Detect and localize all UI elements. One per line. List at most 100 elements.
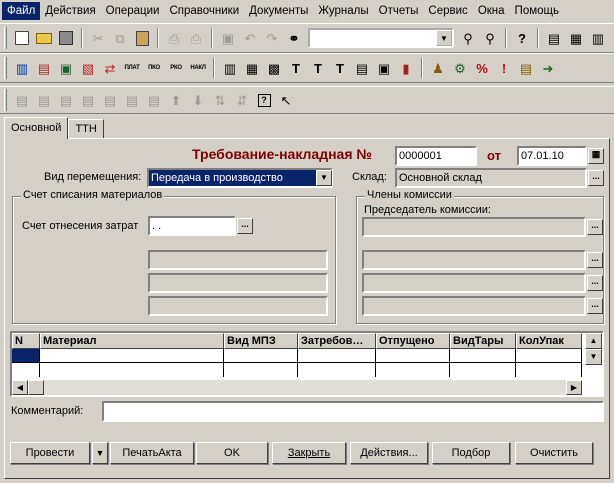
warehouse-field[interactable]: Основной склад [395, 168, 587, 188]
calculator-icon[interactable]: ▤ [544, 28, 564, 48]
member-3-select-button[interactable]: ... [587, 298, 603, 314]
filter-icon[interactable]: ▤ [122, 90, 142, 110]
cash-receipt-icon[interactable]: ПКО [144, 58, 164, 78]
undo-icon[interactable]: ↶ [240, 28, 260, 48]
table-cell[interactable] [224, 349, 298, 363]
books-icon[interactable]: ▤ [34, 58, 54, 78]
movement-type-select[interactable]: Передача в производство [147, 168, 333, 188]
menu-operations[interactable]: Операции [101, 2, 165, 20]
document-number-field[interactable]: 0000001 [395, 146, 477, 166]
menu-references[interactable]: Справочники [164, 2, 244, 20]
properties-icon[interactable]: ▣ [218, 28, 238, 48]
new-document-icon[interactable] [12, 28, 32, 48]
tab-main[interactable]: Основной [4, 117, 69, 139]
payment-order-icon[interactable]: ПЛАТ [122, 58, 142, 78]
move-up-icon[interactable]: ⬆ [166, 90, 186, 110]
toolbar-grip[interactable] [4, 57, 7, 79]
table-vertical-scrollbar[interactable]: ▲ ▼ [584, 333, 602, 365]
column-header-n[interactable]: N [12, 333, 40, 349]
clipboard-icon[interactable]: ▥ [588, 28, 608, 48]
paste-icon[interactable] [132, 28, 152, 48]
warehouse-select-button[interactable]: ... [588, 170, 604, 186]
copy-row-icon[interactable]: ▤ [56, 90, 76, 110]
edit-row-icon[interactable]: ▤ [78, 90, 98, 110]
menu-journals[interactable]: Журналы [313, 2, 373, 20]
menu-help[interactable]: Помощь [510, 2, 564, 20]
cost-account-field[interactable]: . . [148, 216, 236, 236]
table-cell[interactable] [224, 363, 298, 377]
member-field-1[interactable] [362, 250, 586, 270]
table-cell[interactable] [450, 363, 516, 377]
table-cell[interactable] [376, 349, 450, 363]
chevron-up-icon[interactable]: ▲ [585, 333, 602, 349]
document-red-icon[interactable]: ▧ [78, 58, 98, 78]
ledger-t2-icon[interactable]: T [308, 58, 328, 78]
redo-icon[interactable]: ↷ [262, 28, 282, 48]
table-cell[interactable] [12, 363, 40, 377]
checker-icon[interactable]: ▩ [264, 58, 284, 78]
column-header-requested[interactable]: Затребов… [298, 333, 376, 349]
scroll-thumb[interactable] [28, 380, 44, 395]
percent-icon[interactable]: % [472, 58, 492, 78]
cut-icon[interactable]: ✂ [88, 28, 108, 48]
menu-documents[interactable]: Документы [244, 2, 313, 20]
pointer-help-icon[interactable]: ↖ [276, 90, 296, 110]
sort-desc-icon[interactable]: ⇵ [232, 90, 252, 110]
close-button[interactable]: Закрыть [272, 442, 346, 464]
column-header-container-type[interactable]: ВидТары [450, 333, 516, 349]
chevron-down-icon[interactable]: ▼ [316, 170, 332, 186]
subconto-field-1[interactable] [148, 250, 328, 270]
table-cell[interactable] [298, 349, 376, 363]
cost-account-select-button[interactable]: ... [237, 218, 253, 234]
calendar-icon[interactable]: ▦ [566, 28, 586, 48]
chairman-select-button[interactable]: ... [587, 219, 603, 235]
clear-button[interactable]: Очистить [515, 442, 593, 464]
delete-row-icon[interactable]: ▤ [100, 90, 120, 110]
clear-filter-icon[interactable]: ▤ [144, 90, 164, 110]
print-preview-icon[interactable]: ⎙ [186, 28, 206, 48]
column-header-mpz-type[interactable]: Вид МПЗ [224, 333, 298, 349]
tab-ttn[interactable]: ТТН [68, 119, 104, 139]
column-header-released[interactable]: Отпущено [376, 333, 450, 349]
toolbar-grip[interactable] [4, 89, 7, 111]
document-date-field[interactable]: 07.01.10 [517, 146, 587, 166]
export-icon[interactable]: ➜ [538, 58, 558, 78]
alert-icon[interactable]: ! [494, 58, 514, 78]
menu-windows[interactable]: Окна [473, 2, 510, 20]
help-icon[interactable]: ? [512, 28, 532, 48]
table-cell[interactable] [450, 349, 516, 363]
person-icon[interactable]: ♟ [428, 58, 448, 78]
binoculars-icon[interactable]: ⚭ [284, 28, 304, 48]
menu-reports[interactable]: Отчеты [374, 2, 424, 20]
comment-field[interactable] [102, 401, 604, 422]
toolbar-grip[interactable] [4, 27, 7, 49]
grid-icon[interactable]: ▦ [242, 58, 262, 78]
ok-button[interactable]: OK [196, 442, 268, 464]
sort-asc-icon[interactable]: ⇅ [210, 90, 230, 110]
member-2-select-button[interactable]: ... [587, 275, 603, 291]
table-cell[interactable] [12, 349, 40, 363]
copy-icon[interactable]: ⧉ [110, 28, 130, 48]
sheet-icon[interactable]: ▣ [374, 58, 394, 78]
table-cell[interactable] [516, 349, 582, 363]
post-button[interactable]: Провести [10, 442, 90, 464]
menu-file[interactable]: Файл [2, 2, 41, 20]
chairman-field[interactable] [362, 217, 586, 237]
ledger-t3-icon[interactable]: T [330, 58, 350, 78]
operations-icon[interactable]: ⚙ [450, 58, 470, 78]
post-menu-button[interactable]: ▼ [92, 442, 108, 464]
print-act-button[interactable]: ПечатьАкта [110, 442, 194, 464]
chevron-right-icon[interactable]: ▶ [566, 380, 582, 395]
close-period-icon[interactable]: ▤ [516, 58, 536, 78]
materials-table[interactable]: N Материал Вид МПЗ Затребов… Отпущено Ви… [10, 331, 604, 397]
chart-of-accounts-icon[interactable]: ▥ [12, 58, 32, 78]
table-cell[interactable] [298, 363, 376, 377]
search-combo[interactable]: ▼ [308, 28, 454, 48]
member-1-select-button[interactable]: ... [587, 252, 603, 268]
menu-actions[interactable]: Действия [40, 2, 100, 20]
open-folder-icon[interactable] [34, 28, 54, 48]
add-row-icon[interactable]: ▤ [12, 90, 32, 110]
insert-row-icon[interactable]: ▤ [34, 90, 54, 110]
table-cell[interactable] [40, 363, 224, 377]
actions-button[interactable]: Действия... [350, 442, 428, 464]
